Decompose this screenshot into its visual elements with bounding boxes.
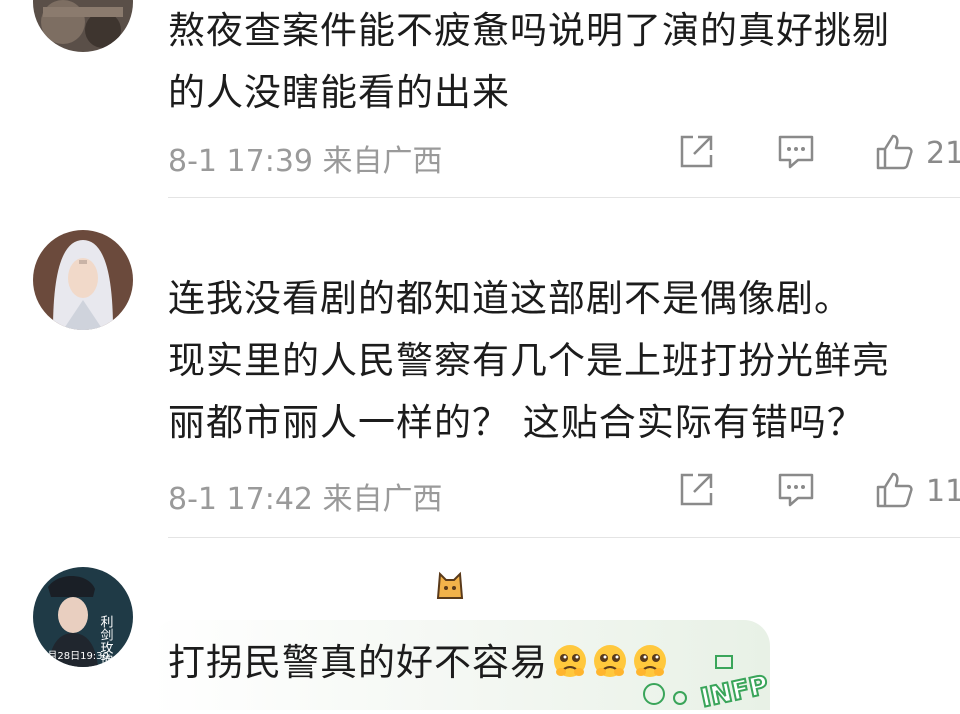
avatar[interactable]: [33, 0, 133, 52]
comment-location: 来自广西: [322, 482, 443, 517]
comment-item: 熬夜查案件能不疲惫吗说明了演的真好挑剔 的人没瞎能看的出来 8-1 17:39 …: [0, 0, 960, 200]
avatar[interactable]: [33, 230, 133, 330]
comment-item: 连我没看剧的都知道这部剧不是偶像剧。 现实里的人民警察有几个是上班打扮光鲜亮 丽…: [0, 200, 960, 540]
comment-actions: 11: [620, 470, 960, 520]
comment-text-line: 的人没瞎能看的出来: [168, 71, 510, 114]
avatar-image: [33, 230, 133, 330]
like-count: 21: [926, 136, 960, 171]
comment-text: 连我没看剧的都知道这部剧不是偶像剧。 现实里的人民警察有几个是上班打扮光鲜亮 丽…: [168, 268, 940, 454]
cat-badge-icon: [432, 566, 468, 602]
like-icon[interactable]: [874, 470, 914, 510]
avatar-date-text: 7月28日19:30: [41, 650, 109, 662]
avatar-image: [33, 0, 133, 52]
comment-text: 熬夜查案件能不疲惫吗说明了演的真好挑剔 的人没瞎能看的出来: [168, 0, 940, 124]
like-count: 11: [926, 474, 960, 509]
divider: [168, 197, 960, 198]
comment-time: 8-1 17:42: [168, 482, 313, 517]
infp-badge-sticker: INFP: [640, 650, 790, 714]
comment-location: 来自广西: [322, 144, 443, 179]
like-icon[interactable]: [874, 132, 914, 172]
pleading-face-emoji: [592, 636, 628, 677]
comment-item: 利剑玫瑰 7月28日19:30 打拐民警真的好不容易: [0, 540, 960, 710]
avatar[interactable]: 利剑玫瑰 7月28日19:30: [33, 567, 133, 667]
comment-time: 8-1 17:39: [168, 144, 313, 179]
comment-text-line: 丽都市丽人一样的？ 这贴合实际有错吗？: [168, 401, 865, 444]
comment-text: 打拐民警真的好不容易: [168, 632, 940, 694]
comment-text-line: 熬夜查案件能不疲惫吗说明了演的真好挑剔: [168, 9, 890, 52]
divider: [168, 537, 960, 538]
comment-text-line: 连我没看剧的都知道这部剧不是偶像剧。: [168, 277, 852, 320]
comment-actions: 21: [620, 132, 960, 182]
share-icon[interactable]: [676, 470, 716, 510]
comment-meta: 8-1 17:42 来自广西: [168, 474, 443, 518]
comment-icon[interactable]: [776, 132, 816, 172]
comment-text-line: 现实里的人民警察有几个是上班打扮光鲜亮: [168, 339, 890, 382]
share-icon[interactable]: [676, 132, 716, 172]
avatar-image: 利剑玫瑰 7月28日19:30: [33, 567, 133, 667]
infp-badge-text: INFP: [698, 670, 771, 710]
comment-text-line: 打拐民警真的好不容易: [168, 641, 548, 684]
comment-meta: 8-1 17:39 来自广西: [168, 136, 443, 180]
pleading-face-emoji: [552, 636, 588, 677]
comment-icon[interactable]: [776, 470, 816, 510]
